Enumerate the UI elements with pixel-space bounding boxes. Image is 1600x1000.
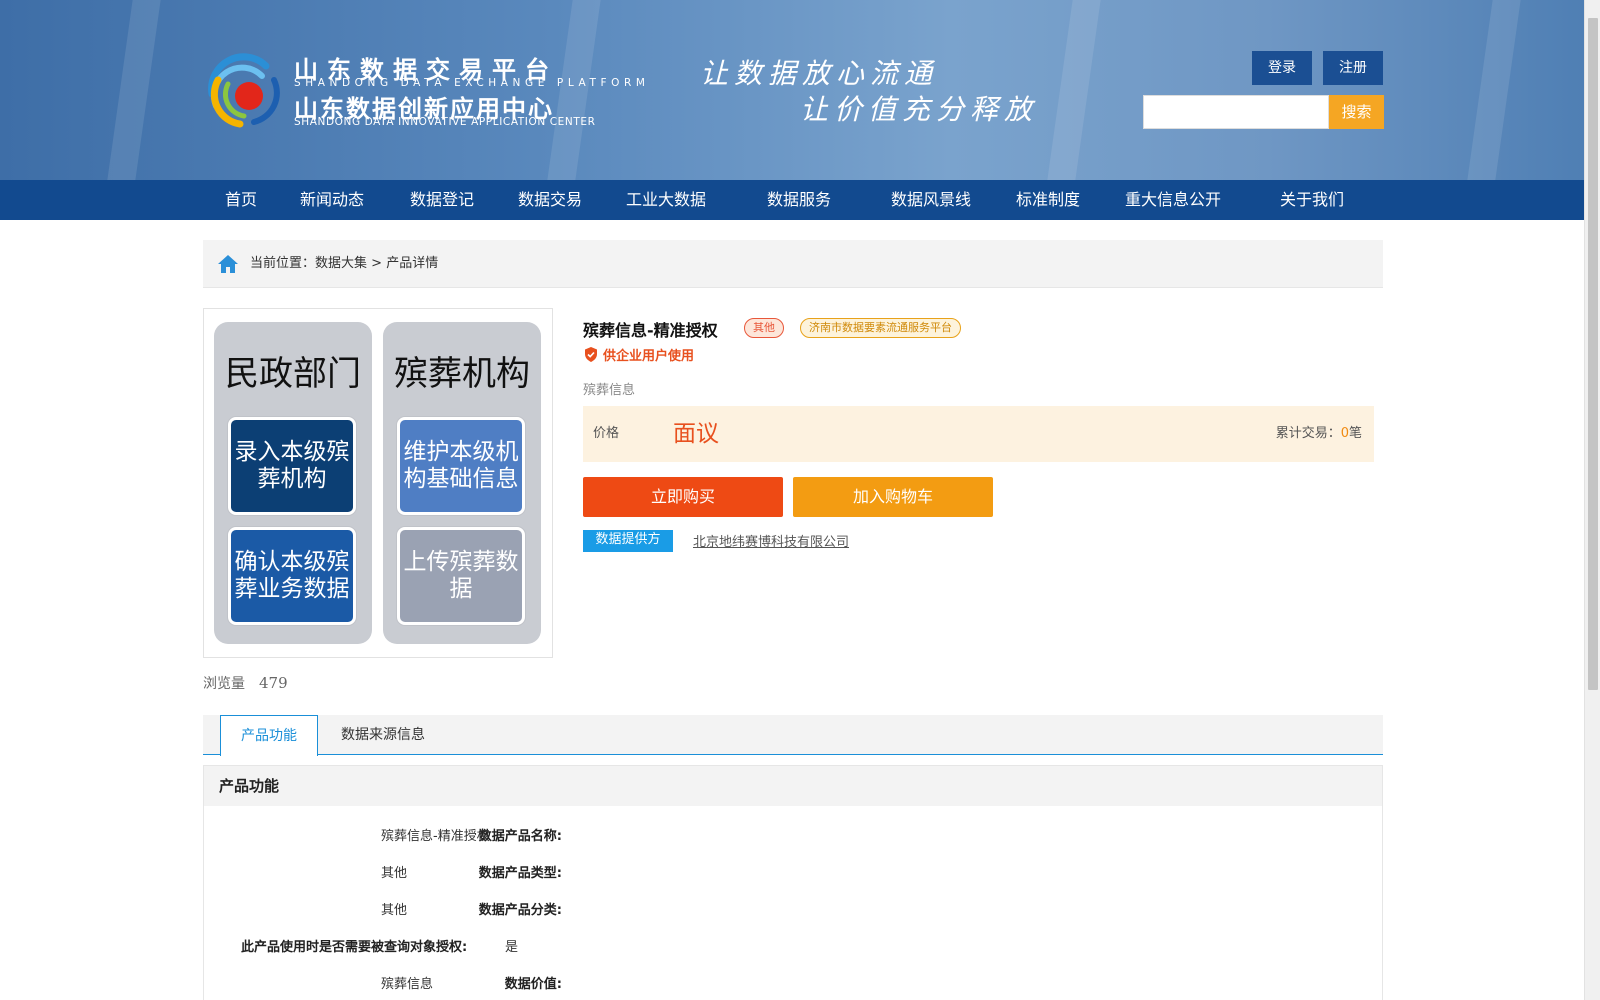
diagram-box: 录入本级殡葬机构 [228, 417, 356, 515]
product-function-section: 产品功能 数据产品名称: 殡葬信息-精准授权 数据产品类型: 其他 数据产品分类… [203, 765, 1383, 1000]
price-value: 面议 [673, 421, 719, 447]
site-logo-icon[interactable] [204, 50, 284, 130]
view-count: 浏览量 479 [203, 673, 288, 693]
product-title: 殡葬信息-精准授权 [583, 321, 718, 340]
diagram-column-title: 殡葬机构 [394, 354, 530, 394]
field-label: 数据价值: [504, 977, 562, 992]
breadcrumb-prefix: 当前位置： [250, 256, 316, 271]
breadcrumb-current: 产品详情 [386, 256, 439, 271]
price-panel: 价格 面议 累计交易：0笔 [583, 406, 1374, 462]
field-value: 其他 [381, 903, 408, 918]
logo-subtitle-en: SHANDONG DATA INNOVATIVE APPLICATION CEN… [294, 116, 596, 128]
header-decoration [107, 0, 161, 180]
platform-tag: 济南市数据要素流通服务平台 [800, 318, 961, 338]
diagram-box: 上传殡葬数据 [397, 527, 525, 625]
slogan-line-1: 让数据放心流通 [700, 57, 939, 90]
price-label: 价格 [593, 426, 620, 441]
provider-label: 数据提供方 [583, 530, 673, 552]
product-description: 殡葬信息 [583, 383, 636, 398]
search-input[interactable] [1143, 95, 1329, 129]
diagram-column-funeral-institution: 殡葬机构 维护本级机构基础信息 上传殡葬数据 [383, 322, 541, 644]
diagram-column-title: 民政部门 [225, 354, 361, 394]
breadcrumb: 当前位置：数据大集 > 产品详情 [203, 240, 1383, 288]
view-count-value: 479 [259, 674, 288, 692]
product-type-tag: 其他 [744, 318, 784, 338]
diagram-box: 确认本级殡葬业务数据 [228, 527, 356, 625]
nav-item-data-trading[interactable]: 数据交易 [518, 180, 582, 220]
add-to-cart-button[interactable]: 加入购物车 [793, 477, 993, 517]
buy-now-button[interactable]: 立即购买 [583, 477, 783, 517]
user-scope-badge: 供企业用户使用 [584, 345, 694, 364]
trade-count-value: 0 [1340, 426, 1349, 441]
product-image: 民政部门 录入本级殡葬机构 确认本级殡葬业务数据 殡葬机构 维护本级机构基础信息… [203, 308, 553, 658]
field-value: 其他 [381, 866, 408, 881]
login-button[interactable]: 登录 [1252, 51, 1312, 85]
slogan-line-2: 让价值充分释放 [800, 93, 1039, 126]
nav-item-major-disclosure[interactable]: 重大信息公开 [1125, 180, 1221, 220]
section-header: 产品功能 [204, 766, 1382, 806]
trade-count: 累计交易：0笔 [1276, 406, 1362, 462]
field-value: 殡葬信息-精准授权 [381, 829, 490, 844]
field-label: 数据产品类型: [478, 866, 562, 881]
tab-product-function[interactable]: 产品功能 [220, 715, 318, 756]
diagram-column-civil-affairs: 民政部门 录入本级殡葬机构 确认本级殡葬业务数据 [214, 322, 372, 644]
breadcrumb-link-data-market[interactable]: 数据大集 [315, 256, 367, 271]
register-button[interactable]: 注册 [1323, 51, 1383, 85]
section-title: 产品功能 [219, 777, 280, 795]
nav-item-data-landscape[interactable]: 数据风景线 [891, 180, 971, 220]
field-value: 是 [505, 940, 519, 955]
logo-title-en: SHANDONG DATA EXCHANGE PLATFORM [294, 77, 650, 89]
field-label: 此产品使用时是否需要被查询对象授权: [241, 940, 468, 955]
header-decoration [1467, 0, 1521, 180]
breadcrumb-text: 当前位置：数据大集 > 产品详情 [250, 240, 438, 288]
nav-item-data-services[interactable]: 数据服务 [767, 180, 831, 220]
header-decoration [547, 0, 601, 180]
diagram-box: 维护本级机构基础信息 [397, 417, 525, 515]
nav-item-standards[interactable]: 标准制度 [1016, 180, 1080, 220]
trade-count-label: 累计交易： [1275, 426, 1341, 441]
page-scrollbar[interactable] [1584, 0, 1600, 1000]
site-header: 山东数据交易平台 SHANDONG DATA EXCHANGE PLATFORM… [0, 0, 1584, 180]
provider-link[interactable]: 北京地纬赛博科技有限公司 [693, 531, 849, 550]
nav-item-home[interactable]: 首页 [225, 180, 257, 220]
user-scope-label: 供企业用户使用 [603, 349, 695, 364]
trade-count-unit: 笔 [1348, 426, 1362, 441]
scrollbar-thumb[interactable] [1588, 18, 1598, 690]
field-label: 数据产品分类: [478, 903, 562, 918]
nav-item-news[interactable]: 新闻动态 [300, 180, 364, 220]
detail-tabs: 产品功能 数据来源信息 [203, 715, 1383, 756]
shield-icon [585, 347, 597, 362]
nav-item-data-registration[interactable]: 数据登记 [410, 180, 474, 220]
home-icon[interactable] [217, 254, 239, 274]
header-decoration [1047, 0, 1101, 180]
field-label: 数据产品名称: [478, 829, 562, 844]
breadcrumb-separator: > [367, 256, 387, 271]
main-nav: 首页 新闻动态 数据登记 数据交易 工业大数据 数据服务 数据风景线 标准制度 … [0, 180, 1584, 220]
search-button[interactable]: 搜索 [1329, 95, 1384, 129]
nav-item-about-us[interactable]: 关于我们 [1280, 180, 1344, 220]
view-count-label: 浏览量 [203, 676, 245, 692]
tab-data-source[interactable]: 数据来源信息 [333, 715, 433, 755]
nav-item-industrial-big-data[interactable]: 工业大数据 [626, 180, 706, 220]
field-value: 殡葬信息 [381, 977, 434, 992]
